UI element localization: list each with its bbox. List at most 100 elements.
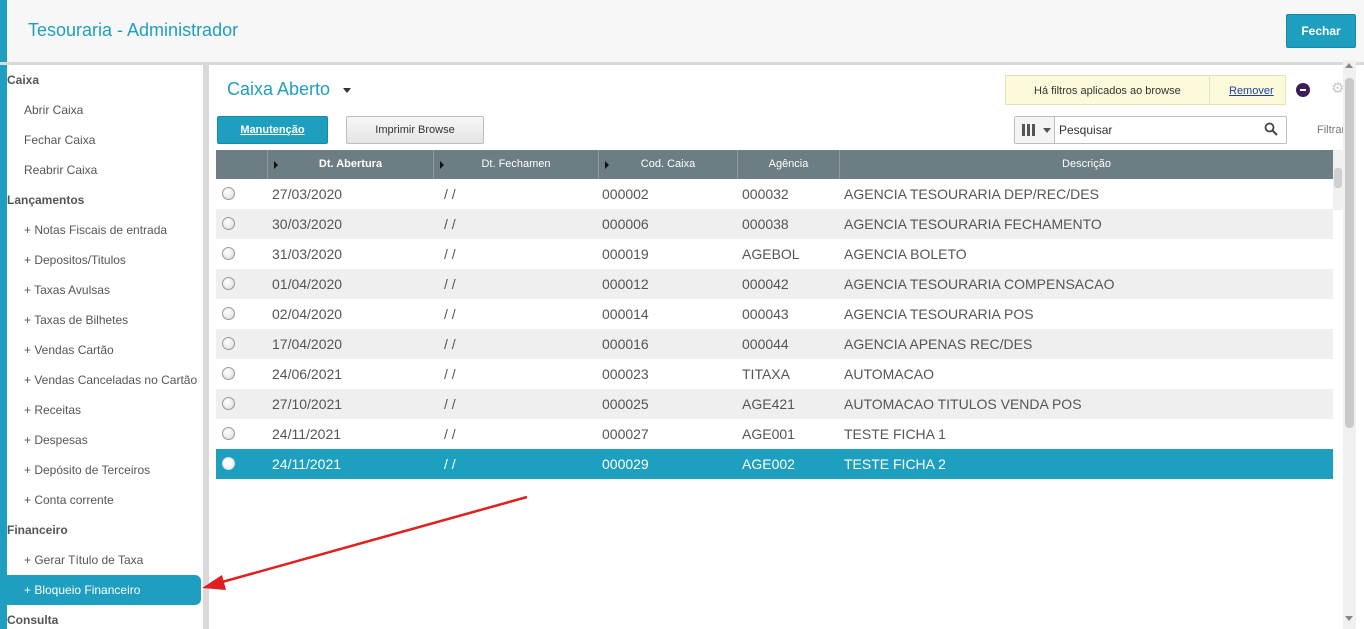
minus-circle-icon[interactable] [1296, 83, 1310, 97]
cell-cod: 000025 [602, 396, 649, 412]
cell-cod: 000027 [602, 426, 649, 442]
sidebar-item[interactable]: + Notas Fiscais de entrada [7, 215, 203, 245]
cell-dt-abertura: 01/04/2020 [272, 276, 343, 292]
cell-dt-abertura: 24/11/2021 [272, 456, 342, 472]
data-grid: Dt. Abertura Dt. Fechamen Cod. Caixa Agê… [216, 150, 1333, 629]
cell-agencia: AGEBOL [742, 246, 800, 262]
app-header: Tesouraria - Administrador Fechar [0, 0, 1364, 62]
page-scrollbar[interactable] [1343, 60, 1356, 629]
sidebar-item[interactable]: + Despesas [7, 425, 203, 455]
cell-descricao: TESTE FICHA 2 [844, 456, 946, 472]
sidebar-item[interactable]: Reabrir Caixa [7, 155, 203, 185]
sidebar-item[interactable]: + Vendas Canceladas no Cartão [7, 365, 203, 395]
row-radio-button[interactable] [222, 247, 235, 260]
cell-agencia: AGE421 [742, 396, 795, 412]
chevron-down-icon [1043, 128, 1051, 133]
sidebar-item[interactable]: Fechar Caixa [7, 125, 203, 155]
row-radio-button[interactable] [222, 307, 235, 320]
table-row[interactable]: 30/03/2020 / / 000006 000038 AGENCIA TESOUR… [216, 209, 1333, 239]
scroll-down-icon[interactable] [1345, 616, 1353, 621]
cell-dt-fechamento: / / [444, 396, 456, 412]
cell-descricao: AGENCIA BOLETO [844, 246, 967, 262]
cell-dt-fechamento: / / [444, 216, 456, 232]
sort-arrow-icon [274, 161, 278, 169]
table-row[interactable]: 01/04/2020 / / 000012 000042 AGENCIA TESOUR… [216, 269, 1333, 299]
sidebar-item[interactable]: + Bloqueio Financeiro [7, 575, 201, 605]
cell-descricao: AGENCIA TESOURARIA DEP/REC/DES [844, 186, 1099, 202]
header-dt-fechamento[interactable]: Dt. Fechamen [434, 150, 599, 179]
search-icon[interactable] [1264, 122, 1278, 136]
filter-notice-text: Há filtros aplicados ao browse [1034, 85, 1181, 97]
row-radio-button[interactable] [222, 427, 235, 440]
table-row[interactable]: 24/06/2021 / / 000023 TITAXA AUTOMACAO [216, 359, 1333, 389]
remove-filter-link[interactable]: Remover [1229, 85, 1274, 97]
close-button[interactable]: Fechar [1286, 14, 1356, 48]
table-row[interactable]: 17/04/2020 / / 000016 000044 AGENCIA APENAS… [216, 329, 1333, 359]
sort-arrow-icon [440, 161, 444, 169]
sidebar-item[interactable]: Abrir Caixa [7, 95, 203, 125]
row-radio-button[interactable] [222, 397, 235, 410]
table-row[interactable]: 27/03/2020 / / 000002 000032 AGENCIA TESOUR… [216, 179, 1333, 209]
header-dt-abertura[interactable]: Dt. Abertura [268, 150, 434, 179]
sidebar-item[interactable]: + Vendas Cartão [7, 335, 203, 365]
row-radio-button[interactable] [222, 457, 235, 470]
table-row[interactable]: 31/03/2020 / / 000019 AGEBOL AGENCIA BOLETO [216, 239, 1333, 269]
table-row[interactable]: 24/11/2021 / / 000029 AGE002 TESTE FICHA 2 [216, 449, 1333, 479]
main-panel: Caixa Aberto Há filtros aplicados ao bro… [209, 65, 1364, 629]
cell-descricao: AGENCIA TESOURARIA COMPENSACAO [844, 276, 1115, 292]
header-agencia[interactable]: Agência [738, 150, 840, 179]
sidebar-item[interactable]: + Conta corrente [7, 485, 203, 515]
grid-scrollbar[interactable] [1333, 150, 1343, 210]
sidebar-section[interactable]: Caixa [7, 65, 203, 95]
cell-cod: 000014 [602, 306, 649, 322]
sidebar-item[interactable]: + Receitas [7, 395, 203, 425]
cell-dt-abertura: 27/10/2021 [272, 396, 343, 412]
search-input[interactable] [1059, 121, 1259, 139]
cell-dt-fechamento: / / [444, 426, 456, 442]
sidebar-item[interactable]: + Depósito de Terceiros [7, 455, 203, 485]
table-row[interactable]: 27/10/2021 / / 000025 AGE421 AUTOMACAO TITU… [216, 389, 1333, 419]
cell-dt-abertura: 31/03/2020 [272, 246, 343, 262]
cell-descricao: AGENCIA APENAS REC/DES [844, 336, 1033, 352]
sidebar-section[interactable]: Financeiro [7, 515, 203, 545]
sidebar-menu: Caixa Abrir Caixa Fechar Caixa Reabrir Caix… [0, 65, 203, 629]
row-radio-button[interactable] [222, 217, 235, 230]
sidebar-item[interactable]: + Taxas Avulsas [7, 275, 203, 305]
cell-cod: 000012 [602, 276, 649, 292]
scroll-thumb[interactable] [1345, 78, 1354, 428]
sidebar-item[interactable]: + Taxas de Bilhetes [7, 305, 203, 335]
filter-button[interactable]: Filtrar [1317, 124, 1345, 136]
sidebar-section[interactable]: Lançamentos [7, 185, 203, 215]
sort-arrow-icon [605, 161, 609, 169]
maintenance-button[interactable]: Manutenção [217, 116, 328, 144]
header-cod-caixa[interactable]: Cod. Caixa [599, 150, 738, 179]
cell-cod: 000029 [602, 456, 649, 472]
browse-title[interactable]: Caixa Aberto [227, 79, 330, 100]
app-title: Tesouraria - Administrador [28, 20, 239, 40]
sidebar-item[interactable]: + Gerar Título de Taxa [7, 545, 203, 575]
cell-cod: 000023 [602, 366, 649, 382]
scroll-up-icon[interactable] [1345, 63, 1353, 68]
header-select-column [216, 150, 268, 179]
cell-dt-abertura: 17/04/2020 [272, 336, 343, 352]
table-row[interactable]: 24/11/2021 / / 000027 AGE001 TESTE FICHA 1 [216, 419, 1333, 449]
cell-dt-fechamento: / / [444, 366, 456, 382]
row-radio-button[interactable] [222, 367, 235, 380]
print-browse-button[interactable]: Imprimir Browse [346, 116, 484, 144]
header-descricao[interactable]: Descrição [840, 150, 1333, 179]
cell-descricao: AUTOMACAO TITULOS VENDA POS [844, 396, 1082, 412]
row-radio-button[interactable] [222, 337, 235, 350]
columns-selector-button[interactable] [1015, 117, 1055, 143]
row-radio-button[interactable] [222, 187, 235, 200]
table-row[interactable]: 02/04/2020 / / 000014 000043 AGENCIA TESOUR… [216, 299, 1333, 329]
sidebar-item[interactable]: + Depositos/Titulos [7, 245, 203, 275]
cell-dt-abertura: 30/03/2020 [272, 216, 343, 232]
sidebar-section[interactable]: Consulta [7, 605, 203, 629]
row-radio-button[interactable] [222, 277, 235, 290]
cell-agencia: 000032 [742, 186, 789, 202]
cell-dt-fechamento: / / [444, 456, 456, 472]
cell-dt-fechamento: / / [444, 336, 456, 352]
chevron-down-icon[interactable] [343, 88, 351, 93]
cell-agencia: AGE001 [742, 426, 795, 442]
cell-cod: 000002 [602, 186, 649, 202]
